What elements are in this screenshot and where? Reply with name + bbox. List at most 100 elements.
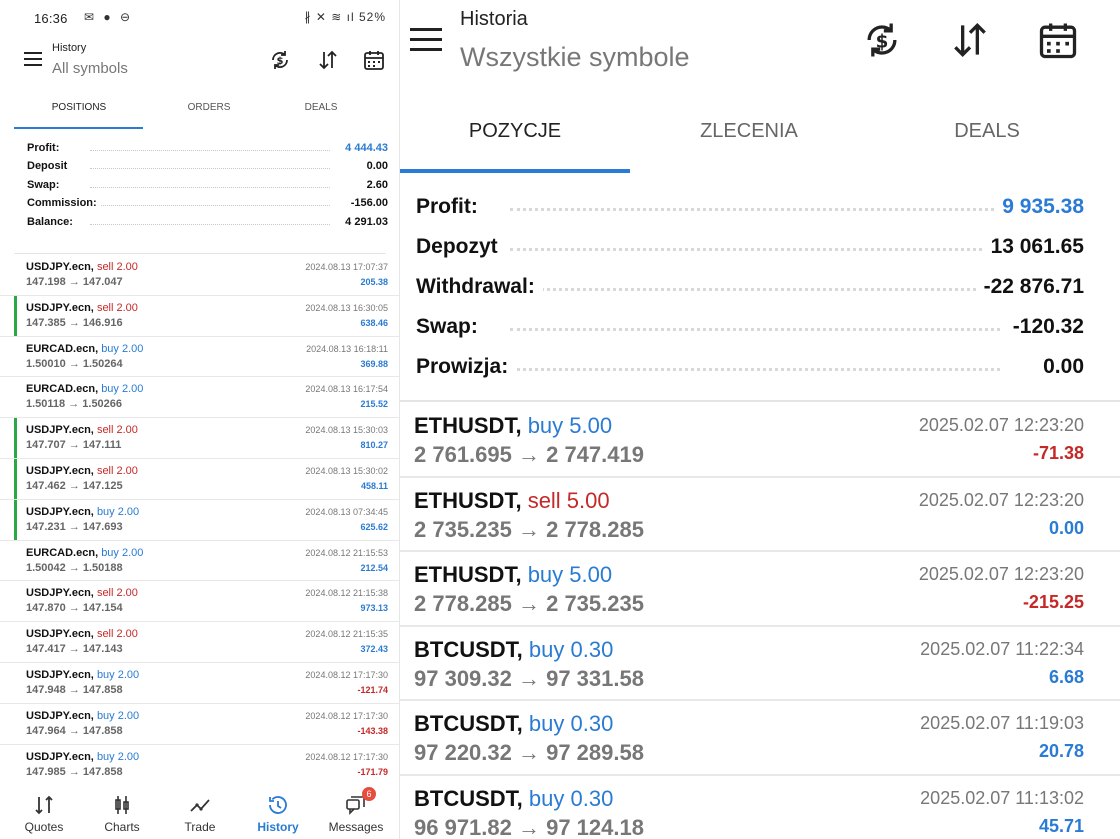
calendar-icon[interactable] (1036, 18, 1080, 62)
symbol-name: BTCUSDT, (414, 785, 523, 811)
currency-exchange-icon[interactable]: $ (860, 18, 904, 62)
nav-item-messages[interactable]: 6 Messages (318, 783, 394, 839)
symbol-name: ETHUSDT, (414, 413, 522, 438)
symbol-name: BTCUSDT, (414, 711, 523, 736)
position-symbol: USDJPY.ecn, sell 2.00 (26, 628, 138, 640)
position-symbol: USDJPY.ecn, buy 2.00 (26, 751, 139, 763)
trade-side-volume: buy 2.00 (96, 709, 140, 722)
nav-item-trade[interactable]: Trade (162, 783, 238, 839)
tab-orders[interactable]: ORDERS (144, 102, 274, 113)
dot-leader (510, 208, 1000, 211)
position-row[interactable]: USDJPY.ecn, sell 2.00 147.707 → 147.111 20… (0, 418, 399, 459)
page-title: History (52, 42, 87, 54)
tab-deals[interactable]: DEALS (256, 102, 386, 113)
position-profit: 458.11 (360, 480, 388, 491)
position-row[interactable]: ETHUSDT, buy 5.00 2 761.695 → 2 747.419 20… (400, 403, 1120, 478)
price-range: 147.985 → 147.858 (26, 765, 123, 778)
sort-icon[interactable] (948, 18, 992, 62)
summary-value: 0.00 (1035, 355, 1084, 379)
nav-item-quotes[interactable]: Quotes (6, 783, 82, 839)
summary-value: 13 061.65 (982, 235, 1084, 259)
dot-leader (510, 368, 1000, 371)
position-datetime: 2024.08.13 17:07:37 (305, 262, 388, 272)
nav-item-charts[interactable]: Charts (84, 783, 160, 839)
summary-row: Swap: 2.60 (0, 177, 399, 195)
price-range: 147.964 → 147.858 (26, 724, 123, 737)
position-row[interactable]: ETHUSDT, sell 5.00 2 735.235 → 2 778.285 2… (400, 478, 1120, 552)
price-range: 96 971.82 → 97 124.18 (414, 814, 644, 839)
position-row[interactable]: BTCUSDT, buy 0.30 96 971.82 → 97 124.18 20… (400, 776, 1120, 839)
trade-side-volume: buy 2.00 (96, 505, 140, 518)
summary-row: Profit: 4 444.43 (0, 140, 399, 158)
position-row[interactable]: USDJPY.ecn, buy 2.00 147.231 → 147.693 202… (0, 499, 399, 541)
position-row[interactable]: BTCUSDT, buy 0.30 97 309.32 → 97 331.58 20… (400, 627, 1120, 701)
calendar-icon[interactable] (362, 48, 386, 72)
nav-item-history[interactable]: History (240, 783, 316, 839)
position-row[interactable]: USDJPY.ecn, sell 2.00 147.198 → 147.047 20… (0, 255, 399, 296)
summary-panel: Profit: 9 935.38 Depozyt 13 061.65 Withdrawa… (400, 188, 1120, 388)
position-profit: -121.74 (357, 684, 388, 695)
tab-zlecenia[interactable]: ZLECENIA (634, 120, 864, 143)
nav-label: Charts (104, 820, 140, 834)
position-row[interactable]: USDJPY.ecn, buy 2.00 147.948 → 147.858 202… (0, 663, 399, 704)
currency-exchange-icon[interactable]: $ (268, 48, 292, 72)
symbol-name: USDJPY.ecn, (26, 261, 94, 273)
sort-icon[interactable] (316, 48, 340, 72)
summary-value: 4 444.43 (341, 142, 388, 154)
position-datetime: 2025.02.07 11:13:02 (920, 787, 1084, 808)
summary-value: -156.00 (346, 197, 388, 210)
symbol-name: ETHUSDT, (414, 487, 522, 513)
bottom-navigation: Quotes Charts Trade History 6 Messages (0, 783, 399, 839)
symbol-name: USDJPY.ecn, (26, 750, 94, 763)
tab-pozycje[interactable]: POZYCJE (400, 120, 630, 143)
menu-icon[interactable] (410, 28, 442, 54)
position-row[interactable]: BTCUSDT, buy 0.30 97 220.32 → 97 289.58 20… (400, 701, 1120, 776)
battery-level: 52% (358, 10, 386, 24)
symbol-filter[interactable]: Wszystkie symbole (460, 42, 690, 73)
summary-label: Profit: (27, 142, 64, 154)
trade-side-volume: sell 2.00 (96, 464, 138, 477)
price-range: 147.231 → 147.693 (26, 520, 123, 533)
position-datetime: 2024.08.13 16:17:54 (305, 384, 388, 395)
summary-label: Prowizja: (416, 355, 517, 379)
app-header: History All symbols $ (0, 36, 399, 86)
position-row[interactable]: USDJPY.ecn, sell 2.00 147.462 → 147.125 20… (0, 458, 399, 500)
position-profit: 369.88 (360, 358, 388, 369)
summary-value: -120.32 (1004, 315, 1084, 339)
position-symbol: USDJPY.ecn, sell 2.00 (26, 424, 138, 436)
symbol-name: USDJPY.ecn, (26, 505, 94, 518)
position-symbol: BTCUSDT, buy 0.30 (414, 786, 613, 812)
svg-text:$: $ (277, 56, 284, 67)
menu-icon[interactable] (24, 52, 42, 66)
nav-label: Messages (328, 820, 384, 834)
position-row[interactable]: EURCAD.ecn, buy 2.00 1.50118 → 1.50266 202… (0, 377, 399, 419)
summary-label: Deposit (27, 160, 72, 173)
position-row[interactable]: USDJPY.ecn, buy 2.00 147.964 → 147.858 202… (0, 704, 399, 745)
position-profit: 215.52 (360, 399, 388, 410)
trade-side-volume: buy 2.00 (96, 668, 140, 681)
symbol-name: USDJPY.ecn, (26, 709, 94, 722)
position-row[interactable]: USDJPY.ecn, sell 2.00 147.417 → 147.143 20… (0, 622, 399, 663)
positions-list: USDJPY.ecn, sell 2.00 147.198 → 147.047 20… (0, 255, 399, 786)
tab-positions[interactable]: POSITIONS (14, 102, 144, 113)
position-symbol: USDJPY.ecn, buy 2.00 (26, 669, 139, 681)
position-row[interactable]: USDJPY.ecn, sell 2.00 147.385 → 146.916 20… (0, 295, 399, 337)
position-profit: -171.79 (357, 766, 388, 777)
summary-panel: Profit: 4 444.43 Deposit 0.00 Swap: 2.60 Commi… (0, 140, 399, 232)
status-right: ∦ ✕ ≋ ıl 52% (305, 10, 387, 24)
symbol-filter[interactable]: All symbols (52, 60, 128, 77)
position-row[interactable]: USDJPY.ecn, buy 2.00 147.985 → 147.858 202… (0, 745, 399, 786)
summary-value: 9 935.38 (994, 195, 1084, 219)
dot-leader (510, 248, 1000, 251)
position-row[interactable]: ETHUSDT, buy 5.00 2 778.285 → 2 735.235 20… (400, 552, 1120, 627)
position-row[interactable]: EURCAD.ecn, buy 2.00 1.50010 → 1.50264 202… (0, 337, 399, 378)
tab-deals[interactable]: DEALS (872, 120, 1102, 143)
symbol-name: EURCAD.ecn, (26, 383, 99, 396)
symbol-name: USDJPY.ecn, (26, 424, 94, 437)
position-row[interactable]: EURCAD.ecn, buy 2.00 1.50042 → 1.50188 202… (0, 541, 399, 582)
position-row[interactable]: USDJPY.ecn, sell 2.00 147.870 → 147.154 20… (0, 581, 399, 623)
trade-side-volume: sell 2.00 (96, 261, 138, 273)
position-datetime: 2024.08.13 15:30:03 (305, 425, 388, 436)
summary-row: Swap: -120.32 (400, 308, 1120, 348)
summary-row: Commission: -156.00 (0, 195, 399, 213)
